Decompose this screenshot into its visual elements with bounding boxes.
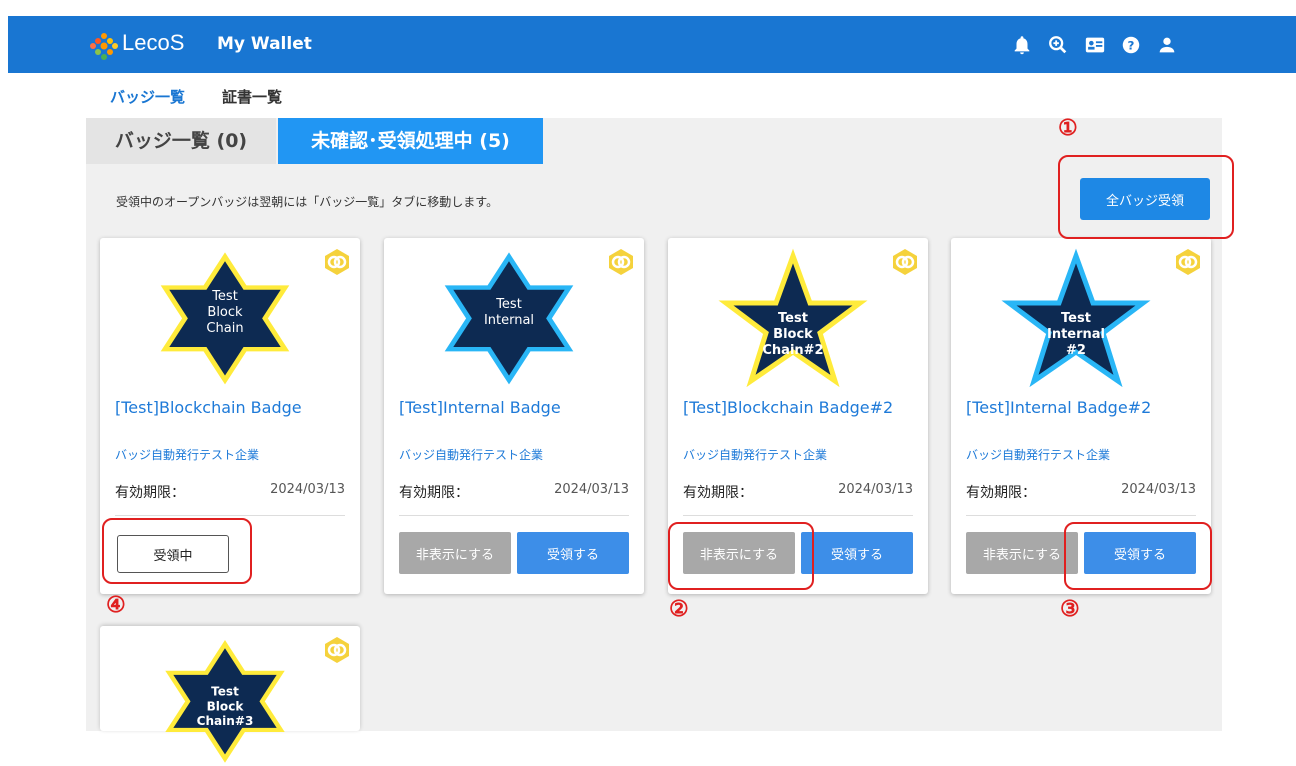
star-line-1: Test bbox=[211, 684, 239, 698]
annotation-number-2: ② bbox=[669, 596, 689, 622]
badge-star-image: Test Block Chain bbox=[160, 252, 290, 385]
lecos-logo-icon bbox=[90, 33, 118, 60]
annotation-number-3: ③ bbox=[1060, 596, 1080, 622]
star-line-3: Chain#2 bbox=[762, 343, 823, 358]
annotation-box-2 bbox=[668, 522, 814, 590]
hide-button[interactable]: 非表示にする bbox=[399, 532, 511, 574]
annotation-number-4: ④ bbox=[106, 592, 126, 618]
expiry-value: 2024/03/13 bbox=[270, 482, 345, 497]
bell-icon[interactable] bbox=[1011, 34, 1033, 56]
divider bbox=[115, 515, 345, 516]
tab-badge-list[interactable]: バッジ一覧 (0) bbox=[86, 118, 276, 164]
star-line-2: Internal bbox=[1047, 327, 1105, 342]
user-icon[interactable] bbox=[1156, 34, 1178, 56]
annotation-number-1: ① bbox=[1058, 115, 1078, 141]
badge-star-image: Test Block Chain#3 bbox=[165, 640, 285, 763]
expiry-value: 2024/03/13 bbox=[554, 482, 629, 497]
star-line-3: Chain bbox=[206, 321, 243, 336]
star-line-3: #2 bbox=[1066, 343, 1086, 358]
divider bbox=[966, 515, 1196, 516]
star-line-2: Block bbox=[773, 327, 813, 342]
svg-text:?: ? bbox=[1128, 39, 1135, 53]
expiry-label: 有効期限： bbox=[115, 485, 185, 501]
blockchain-icon bbox=[1176, 249, 1200, 275]
annotation-box-1 bbox=[1058, 155, 1234, 239]
badge-issuer[interactable]: バッジ自動発行テスト企業 bbox=[399, 446, 543, 463]
star-line-1: Test bbox=[1061, 311, 1091, 326]
star-line-2: Block bbox=[207, 305, 243, 320]
receive-button[interactable]: 受領する bbox=[801, 532, 913, 574]
annotation-box-4 bbox=[102, 518, 252, 584]
badge-star-image: Test Internal #2 bbox=[1001, 248, 1151, 388]
expiry-label: 有効期限： bbox=[966, 485, 1036, 501]
star-line-3: Chain#3 bbox=[197, 714, 254, 728]
expiry-value: 2024/03/13 bbox=[1121, 482, 1196, 497]
blockchain-icon bbox=[609, 249, 633, 275]
id-card-icon[interactable] bbox=[1084, 34, 1106, 56]
zoom-icon[interactable] bbox=[1047, 34, 1069, 56]
badge-issuer[interactable]: バッジ自動発行テスト企業 bbox=[115, 446, 259, 463]
badge-card: Test Internal [Test]Internal Badge バッジ自動… bbox=[384, 238, 644, 594]
nav-certificate-list[interactable]: 証書一覧 bbox=[222, 86, 282, 107]
star-line-1: Test bbox=[495, 297, 522, 312]
app-title: My Wallet bbox=[217, 34, 312, 54]
divider bbox=[683, 515, 913, 516]
blockchain-icon bbox=[893, 249, 917, 275]
star-line-2: Block bbox=[207, 699, 245, 713]
badge-star-image: Test Block Chain#2 bbox=[718, 248, 868, 388]
badge-issuer[interactable]: バッジ自動発行テスト企業 bbox=[683, 446, 827, 463]
help-icon[interactable]: ? bbox=[1120, 34, 1142, 56]
expiry-label: 有効期限： bbox=[399, 485, 469, 501]
badge-title[interactable]: [Test]Blockchain Badge#2 bbox=[683, 398, 893, 417]
star-line-2: Internal bbox=[484, 313, 534, 328]
annotation-box-3 bbox=[1064, 522, 1212, 590]
tab-pending[interactable]: 未確認･受領処理中 (5) bbox=[278, 118, 543, 164]
blockchain-icon bbox=[325, 637, 349, 663]
divider bbox=[399, 515, 629, 516]
brand-name: LecoS bbox=[122, 30, 185, 55]
hide-button[interactable]: 非表示にする bbox=[966, 532, 1078, 574]
blockchain-icon bbox=[325, 249, 349, 275]
app-header: LecoS My Wallet ? bbox=[8, 16, 1296, 73]
star-line-1: Test bbox=[778, 311, 808, 326]
badge-issuer[interactable]: バッジ自動発行テスト企業 bbox=[966, 446, 1110, 463]
badge-card: Test Block Chain#3 bbox=[100, 626, 360, 763]
receive-button[interactable]: 受領する bbox=[517, 532, 629, 574]
expiry-label: 有効期限： bbox=[683, 485, 753, 501]
info-message: 受領中のオープンバッジは翌朝には「バッジ一覧」タブに移動します。 bbox=[116, 195, 499, 209]
badge-star-image: Test Internal bbox=[444, 252, 574, 385]
nav-badge-list[interactable]: バッジ一覧 bbox=[110, 86, 185, 107]
expiry-value: 2024/03/13 bbox=[838, 482, 913, 497]
badge-title[interactable]: [Test]Blockchain Badge bbox=[115, 398, 302, 417]
badge-title[interactable]: [Test]Internal Badge#2 bbox=[966, 398, 1151, 417]
star-line-1: Test bbox=[211, 289, 238, 304]
badge-title[interactable]: [Test]Internal Badge bbox=[399, 398, 561, 417]
